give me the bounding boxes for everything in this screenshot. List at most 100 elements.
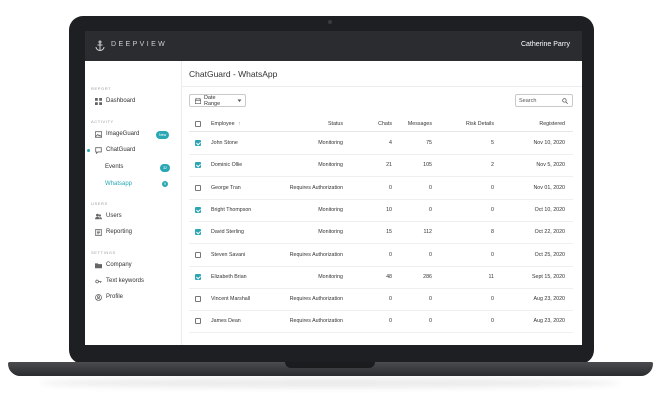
cell-registered: Nov 01, 2020 <box>533 184 565 191</box>
cell-status: Requires Authorization <box>289 296 343 303</box>
app-screen: DEEPVIEW Catherine Parry REPORT Dashboar… <box>85 31 582 345</box>
table-row[interactable]: Bright Thompson Monitoring 10 0 0 Oct 10, 202… <box>189 199 573 222</box>
cell-messages: 0 <box>429 251 432 258</box>
sidebar-item-imageguard[interactable]: ImageGuard <box>95 128 139 140</box>
table-row[interactable]: Vincent Marshall Requires Authorization 0 0… <box>189 288 573 312</box>
table-row[interactable]: George Tran Requires Authorization 0 0 0 Nov … <box>189 177 573 200</box>
sidebar-item-label: Events <box>105 164 124 170</box>
sidebar-item-profile[interactable]: Profile <box>95 291 123 303</box>
table-header: Employee ↑ Status Chats Messages Risk De… <box>189 117 573 132</box>
key-icon <box>95 279 102 283</box>
row-checkbox[interactable] <box>195 229 201 236</box>
cell-messages: 0 <box>429 318 432 325</box>
calendar-icon <box>195 97 201 104</box>
cell-messages: 112 <box>423 229 432 236</box>
cell-risk: 0 <box>491 206 494 213</box>
section-report: REPORT <box>91 86 112 91</box>
table-row[interactable]: James Dean Requires Authorization 0 0 0 Aug 2… <box>189 310 573 334</box>
cell-chats: 0 <box>389 296 392 303</box>
cell-chats: 48 <box>386 273 392 280</box>
cell-status: Monitoring <box>318 273 343 280</box>
row-checkbox[interactable] <box>195 273 201 280</box>
cell-chats: 21 <box>386 162 392 169</box>
sidebar-item-chatguard[interactable]: ChatGuard <box>95 144 135 156</box>
table-row[interactable]: John Stone Monitoring 4 75 5 Nov 10, 2020 <box>189 132 573 155</box>
cell-chats: 0 <box>389 251 392 258</box>
sidebar-item-label: Reporting <box>106 229 133 235</box>
user-menu[interactable]: Catherine Parry <box>521 41 570 48</box>
brand-name: DEEPVIEW <box>111 41 168 48</box>
sort-asc-icon[interactable]: ↑ <box>238 121 241 127</box>
cell-chats: 0 <box>389 184 392 191</box>
row-checkbox[interactable] <box>195 162 201 169</box>
sidebar-item-users[interactable]: Users <box>95 210 122 222</box>
sidebar-item-text-keywords[interactable]: Text keywords <box>95 275 144 287</box>
folder-icon <box>95 262 102 268</box>
cell-risk: 0 <box>491 251 494 258</box>
sidebar: REPORT Dashboard ACTIVITY ImageGuard New… <box>85 61 182 345</box>
new-badge: New <box>156 131 170 139</box>
sidebar-item-label: ImageGuard <box>106 131 140 137</box>
row-checkbox[interactable] <box>195 296 201 303</box>
cell-chats: 15 <box>386 229 392 236</box>
table-row[interactable]: Elizabeth Brian Monitoring 48 286 11 Sept 15,… <box>189 266 573 289</box>
cell-messages: 105 <box>423 162 432 169</box>
table-row[interactable]: Dominic Ollie Monitoring 21 105 2 Nov 5, 2020 <box>189 154 573 178</box>
cell-registered: Aug 23, 2020 <box>533 318 565 325</box>
date-range-label: Date Range <box>203 94 221 107</box>
top-bar: DEEPVIEW Catherine Parry <box>85 31 582 61</box>
column-employee[interactable]: Employee ↑ <box>211 121 241 127</box>
section-activity: ACTIVITY <box>91 119 114 124</box>
column-risk-details[interactable]: Risk Details <box>466 121 494 127</box>
sidebar-item-dashboard[interactable]: Dashboard <box>95 95 135 107</box>
cell-messages: 75 <box>426 140 432 146</box>
cell-registered: Nov 10, 2020 <box>533 140 565 146</box>
sidebar-item-events[interactable]: Events <box>105 161 123 173</box>
anchor-logo-icon <box>95 40 105 52</box>
cell-messages: 0 <box>429 184 432 191</box>
users-icon <box>95 213 102 219</box>
row-checkbox[interactable] <box>195 206 201 213</box>
sidebar-item-whatsapp[interactable]: Whatsapp <box>105 178 132 190</box>
laptop-notch <box>285 362 375 368</box>
search-icon[interactable] <box>562 98 568 104</box>
page-title: ChatGuard - WhatsApp <box>189 69 278 79</box>
column-registered[interactable]: Registered <box>539 121 565 127</box>
sidebar-item-label: Whatsapp <box>105 181 133 187</box>
column-messages[interactable]: Messages <box>408 121 432 127</box>
cell-registered: Oct 25, 2020 <box>534 251 565 258</box>
cell-employee: Steven Savani <box>211 251 246 258</box>
cell-status: Monitoring <box>318 162 343 169</box>
cell-employee: James Dean <box>211 318 241 325</box>
row-checkbox[interactable] <box>195 140 201 146</box>
cell-employee: Elizabeth Brian <box>211 273 247 280</box>
select-all-checkbox[interactable] <box>195 121 201 127</box>
column-chats[interactable]: Chats <box>378 121 392 127</box>
sidebar-item-label: Company <box>106 262 132 268</box>
cell-chats: 4 <box>389 140 392 146</box>
sidebar-item-company[interactable]: Company <box>95 259 132 271</box>
table-row[interactable]: David Sterling Monitoring 15 112 8 Oct 22, 20… <box>189 221 573 245</box>
cell-registered: Aug 23, 2020 <box>533 296 565 303</box>
sidebar-item-label: ChatGuard <box>106 147 136 153</box>
sidebar-item-reporting[interactable]: Reporting <box>95 226 132 238</box>
row-checkbox[interactable] <box>195 184 201 191</box>
cell-risk: 0 <box>491 318 494 325</box>
cell-registered: Oct 22, 2020 <box>534 229 565 236</box>
table-row[interactable]: Steven Savani Requires Authorization 0 0 0 Oc… <box>189 244 573 267</box>
laptop-shadow <box>40 378 620 388</box>
events-count-badge: 32 <box>160 164 170 172</box>
row-checkbox[interactable] <box>195 251 201 258</box>
cell-risk: 8 <box>491 229 494 236</box>
cell-employee: Bright Thompson <box>211 206 252 213</box>
date-range-dropdown[interactable]: Date Range <box>189 94 246 107</box>
cell-status: Requires Authorization <box>289 251 343 258</box>
cell-status: Monitoring <box>318 229 343 236</box>
main-content: ChatGuard - WhatsApp Date Range Employee… <box>182 61 582 345</box>
row-checkbox[interactable] <box>195 318 201 325</box>
grid-icon <box>95 97 102 105</box>
laptop-camera <box>328 20 332 24</box>
column-status[interactable]: Status <box>328 121 343 127</box>
active-indicator <box>87 149 90 152</box>
search-input[interactable] <box>519 96 559 106</box>
